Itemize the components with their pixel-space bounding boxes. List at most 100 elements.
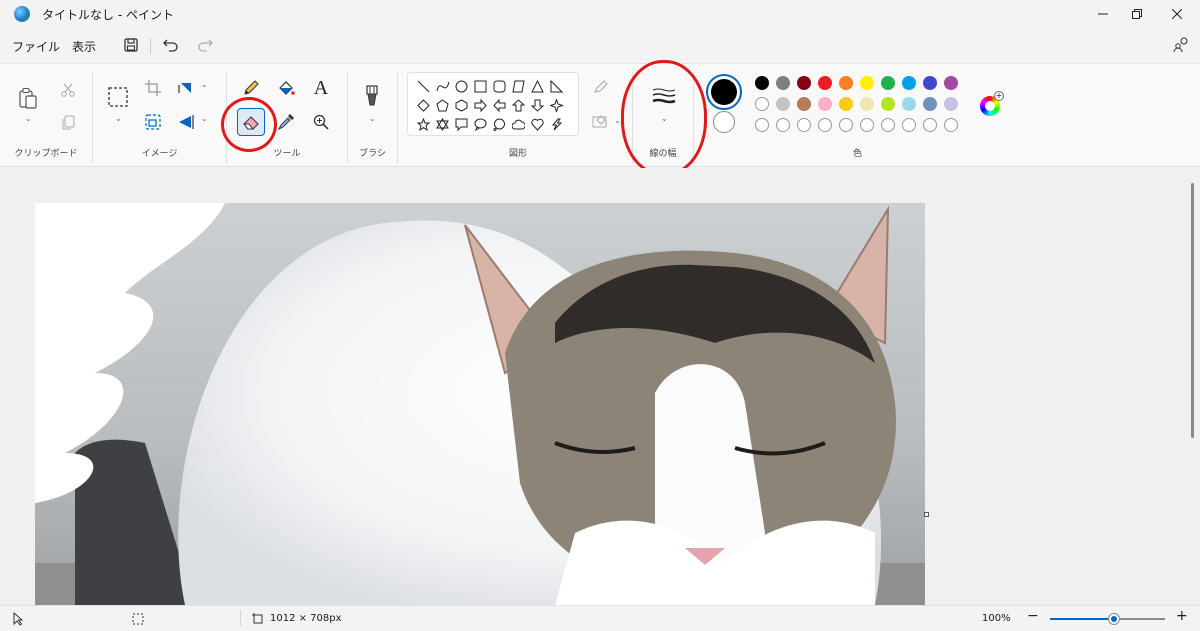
four-point-star-shape-icon[interactable]: [547, 96, 566, 115]
six-point-star-shape-icon[interactable]: [433, 115, 452, 134]
text-tool[interactable]: A: [307, 74, 335, 102]
zoom-slider-track[interactable]: [1050, 614, 1165, 624]
color-swatch-1-2[interactable]: [776, 76, 790, 90]
down-arrow-shape-icon[interactable]: [528, 96, 547, 115]
fill-tool[interactable]: [272, 74, 300, 102]
custom-color-slot[interactable]: [818, 118, 832, 132]
color-swatch-2-1[interactable]: [755, 97, 769, 111]
oval-shape-icon[interactable]: [452, 77, 471, 96]
color-swatch-1-5[interactable]: [839, 76, 853, 90]
add-color-icon: +: [994, 91, 1004, 101]
zoom-level-text: 100%: [982, 613, 1011, 624]
color-swatch-2-9[interactable]: [923, 97, 937, 111]
color-swatch-1-1[interactable]: [755, 76, 769, 90]
color-swatch-1-7[interactable]: [881, 76, 895, 90]
magnifier-tool[interactable]: [307, 108, 335, 136]
zoom-in-button[interactable]: +: [1176, 608, 1188, 624]
select-chevron-icon[interactable]: ⌄: [115, 114, 122, 123]
color-swatch-2-8[interactable]: [902, 97, 916, 111]
copy-button[interactable]: [54, 108, 82, 136]
select-button[interactable]: [103, 82, 133, 112]
heart-shape-icon[interactable]: [528, 115, 547, 134]
color-swatch-1-9[interactable]: [923, 76, 937, 90]
color-swatch-2-4[interactable]: [818, 97, 832, 111]
secondary-color-button[interactable]: [713, 111, 735, 133]
custom-color-slot[interactable]: [755, 118, 769, 132]
brushes-chevron-icon[interactable]: ⌄: [369, 114, 376, 123]
cloud-shape-icon[interactable]: [509, 115, 528, 134]
rectangle-callout-shape-icon[interactable]: [452, 115, 471, 134]
redo-icon: [198, 39, 213, 52]
cut-button[interactable]: [54, 76, 82, 104]
triangle-shape-icon[interactable]: [528, 77, 547, 96]
rounded-rectangle-shape-icon[interactable]: [490, 77, 509, 96]
custom-color-slot[interactable]: [944, 118, 958, 132]
outline-button[interactable]: [590, 76, 612, 98]
zoom-slider-thumb[interactable]: [1109, 614, 1120, 624]
left-arrow-shape-icon[interactable]: [490, 96, 509, 115]
color-swatch-1-4[interactable]: [818, 76, 832, 90]
pentagon-shape-icon[interactable]: [433, 96, 452, 115]
drawing-canvas[interactable]: [35, 203, 925, 605]
custom-color-slot[interactable]: [839, 118, 853, 132]
menu-file[interactable]: ファイル: [12, 38, 60, 55]
diamond-shape-icon[interactable]: [414, 96, 433, 115]
status-bar: 1012 × 708px 100% − +: [0, 605, 1200, 631]
color-swatch-2-7[interactable]: [881, 97, 895, 111]
line-shape-icon[interactable]: [414, 77, 433, 96]
color-swatch-2-3[interactable]: [797, 97, 811, 111]
paste-chevron-icon[interactable]: ⌄: [25, 114, 32, 123]
zoom-out-button[interactable]: −: [1027, 608, 1039, 624]
custom-color-slot[interactable]: [902, 118, 916, 132]
up-arrow-shape-icon[interactable]: [509, 96, 528, 115]
crop-icon: [145, 80, 161, 96]
close-button[interactable]: [1154, 0, 1200, 28]
color-swatch-2-6[interactable]: [860, 97, 874, 111]
save-button[interactable]: [120, 34, 142, 56]
oval-callout-shape-icon[interactable]: [471, 115, 490, 134]
lightning-shape-icon[interactable]: [547, 115, 566, 134]
ribbon-toolbar: ⌄ クリップボード ⌄ ⌄ ⌄ イメージ A ツール ⌄ ブラシ ⌄ 図形 ⌄ …: [0, 60, 1200, 176]
custom-color-slot[interactable]: [860, 118, 874, 132]
flip-chevron-icon[interactable]: ⌄: [201, 114, 208, 123]
edit-colors-button[interactable]: +: [980, 91, 1004, 116]
redo-button[interactable]: [194, 34, 216, 56]
color-swatch-2-5[interactable]: [839, 97, 853, 111]
rectangular-selection-icon: [108, 87, 128, 107]
right-triangle-shape-icon[interactable]: [547, 77, 566, 96]
color-swatch-2-2[interactable]: [776, 97, 790, 111]
paste-icon: [19, 88, 37, 109]
color-swatch-2-10[interactable]: [944, 97, 958, 111]
polygon-shape-icon[interactable]: [509, 77, 528, 96]
color-swatch-1-3[interactable]: [797, 76, 811, 90]
custom-color-slot[interactable]: [923, 118, 937, 132]
cloud-callout-shape-icon[interactable]: [490, 115, 509, 134]
rotate-button[interactable]: [173, 74, 201, 102]
share-button[interactable]: [1170, 34, 1192, 56]
crop-button[interactable]: [139, 74, 167, 102]
hexagon-shape-icon[interactable]: [452, 96, 471, 115]
pencil-icon: [244, 80, 259, 95]
undo-button[interactable]: [160, 34, 182, 56]
brushes-button[interactable]: [358, 82, 386, 110]
vertical-scrollbar[interactable]: [1191, 183, 1194, 438]
color-swatch-1-8[interactable]: [902, 76, 916, 90]
shape-fill-button[interactable]: [590, 110, 612, 132]
canvas-resize-handle[interactable]: [924, 512, 929, 517]
primary-color-button[interactable]: [706, 74, 742, 110]
color-swatch-1-10[interactable]: [944, 76, 958, 90]
rotate-chevron-icon[interactable]: ⌄: [201, 80, 208, 89]
shape-fill-chevron-icon[interactable]: ⌄: [614, 116, 621, 125]
right-arrow-shape-icon[interactable]: [471, 96, 490, 115]
custom-color-slot[interactable]: [776, 118, 790, 132]
custom-color-slot[interactable]: [881, 118, 895, 132]
rectangle-shape-icon[interactable]: [471, 77, 490, 96]
menu-view[interactable]: 表示: [72, 38, 96, 55]
color-swatch-1-6[interactable]: [860, 76, 874, 90]
curve-shape-icon[interactable]: [433, 77, 452, 96]
flip-button[interactable]: [173, 108, 201, 136]
paste-button[interactable]: [14, 84, 42, 112]
resize-button[interactable]: [139, 108, 167, 136]
five-point-star-shape-icon[interactable]: [414, 115, 433, 134]
custom-color-slot[interactable]: [797, 118, 811, 132]
